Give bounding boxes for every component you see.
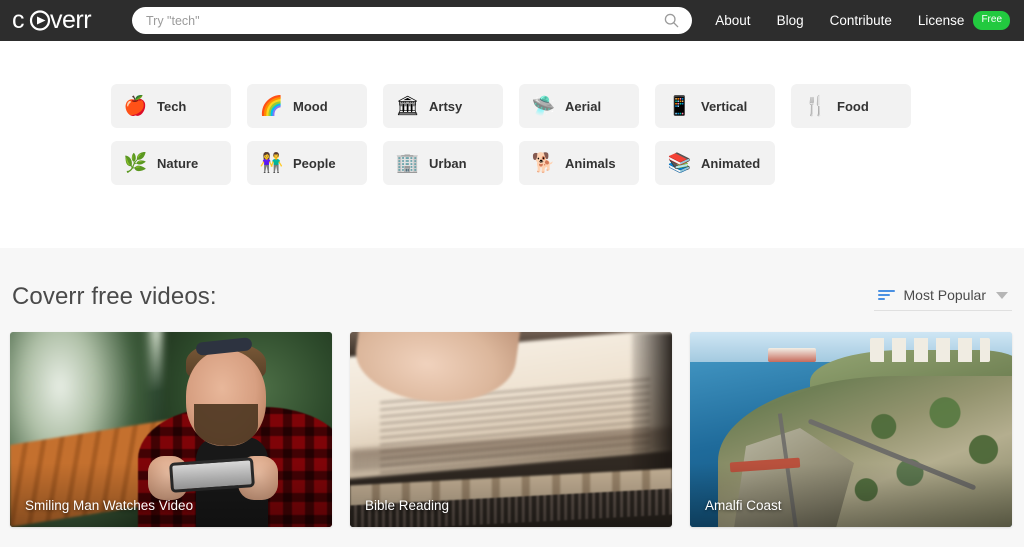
category-chip-tech[interactable]: 🍎 Tech [111,84,231,128]
category-chip-label: Tech [157,98,187,114]
video-title: Bible Reading [365,498,450,513]
thumbnail-overlay [10,463,332,527]
thumbnail-overlay [350,463,672,527]
search-input[interactable] [132,7,656,34]
category-chip-vertical[interactable]: 📱 Vertical [655,84,775,128]
nav-item-about[interactable]: About [715,13,750,28]
video-card[interactable]: Bible Reading [350,332,672,527]
classical-building-icon: 🏛 [395,95,420,117]
sort-selected-value: Most Popular [903,287,986,303]
category-chip-label: Mood [293,98,328,114]
category-chip-people[interactable]: 👫 People [247,141,367,185]
category-chip-nature[interactable]: 🌿 Nature [111,141,231,185]
category-chip-label: Aerial [565,98,602,114]
apple-icon: 🍎 [123,95,148,117]
category-chip-label: Vertical [701,98,748,114]
video-card[interactable]: Smiling Man Watches Video [10,332,332,527]
category-chip-urban[interactable]: 🏢 Urban [383,141,503,185]
category-chip-animated[interactable]: 📚 Animated [655,141,775,185]
section-header: Coverr free videos: Most Popular [0,248,1024,311]
category-row-2: 🌿 Nature 👫 People 🏢 Urban 🐕 Animals 📚 An… [0,141,1024,185]
nav-item-license-label: License [917,13,965,28]
svg-text:c: c [12,7,24,34]
category-chip-label: Artsy [429,98,463,114]
mobile-phone-icon: 📱 [667,95,692,117]
nav-item-license[interactable]: License Free [918,11,1010,30]
rainbow-icon: 🌈 [259,95,284,117]
site-header: c verr About Blog Contribute License Fre… [0,0,1024,41]
couple-icon: 👫 [259,152,284,174]
category-section: 🍎 Tech 🌈 Mood 🏛 Artsy 🛸 Aerial 📱 Vertica… [0,41,1024,248]
category-chip-animals[interactable]: 🐕 Animals [519,141,639,185]
video-card[interactable]: Amalfi Coast [690,332,1012,527]
page-title: Coverr free videos: [12,283,217,310]
main-nav: About Blog Contribute License Free [715,0,1010,41]
sort-dropdown[interactable]: Most Popular [873,287,1012,311]
category-chip-label: People [293,155,336,171]
category-chip-aerial[interactable]: 🛸 Aerial [519,84,639,128]
layers-icon: 📚 [667,152,692,174]
category-chip-label: Urban [429,155,467,171]
video-title: Amalfi Coast [705,498,782,513]
nav-item-contribute[interactable]: Contribute [830,13,892,28]
free-badge: Free [973,11,1010,30]
category-chip-label: Food [837,98,869,114]
category-chip-label: Animals [565,155,616,171]
fork-and-knife-icon: 🍴 [803,95,828,117]
sort-lines-icon [877,289,895,301]
cityscape-icon: 🏢 [395,152,420,174]
site-logo[interactable]: c verr [12,7,116,34]
thumbnail-overlay [690,463,1012,527]
category-chip-mood[interactable]: 🌈 Mood [247,84,367,128]
nav-item-blog[interactable]: Blog [777,13,804,28]
svg-text:verr: verr [50,7,91,34]
category-chip-food[interactable]: 🍴 Food [791,84,911,128]
video-grid: Smiling Man Watches Video Bible Reading [0,311,1024,527]
category-chip-label: Nature [157,155,199,171]
dog-icon: 🐕 [531,152,556,174]
search-bar[interactable] [132,7,692,34]
category-row-1: 🍎 Tech 🌈 Mood 🏛 Artsy 🛸 Aerial 📱 Vertica… [0,84,1024,128]
search-icon[interactable] [656,7,686,34]
video-section: Coverr free videos: Most Popular Smiling… [0,248,1024,547]
category-chip-label: Animated [701,155,761,171]
logo-wordmark: c verr [12,7,92,34]
herb-icon: 🌿 [123,152,148,174]
drone-icon: 🛸 [531,95,556,117]
chevron-down-icon[interactable] [996,291,1008,299]
category-chip-artsy[interactable]: 🏛 Artsy [383,84,503,128]
video-title: Smiling Man Watches Video [25,498,194,513]
